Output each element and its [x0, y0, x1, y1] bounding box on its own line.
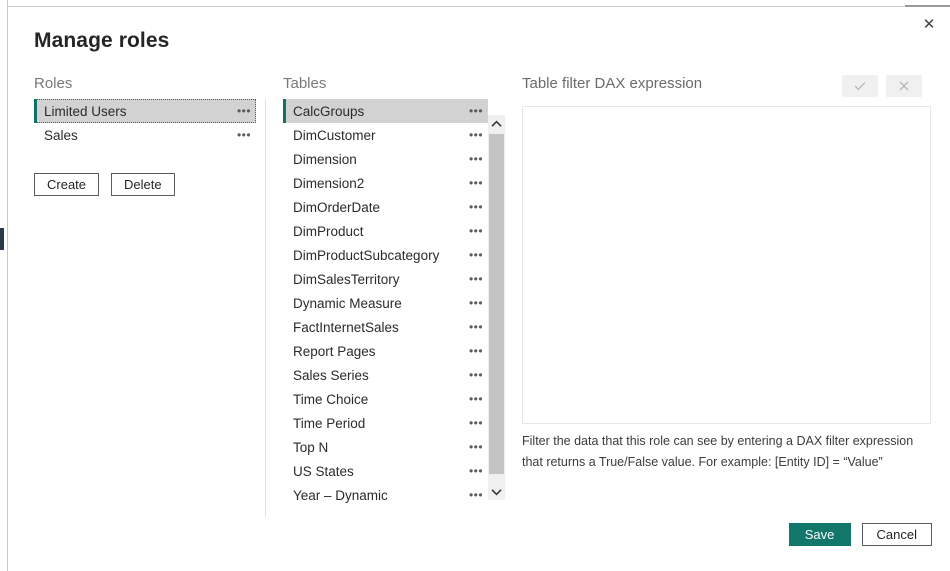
- table-list-item-label: Sales Series: [293, 367, 369, 383]
- more-options-icon[interactable]: •••: [468, 153, 484, 165]
- more-options-icon[interactable]: •••: [236, 105, 252, 117]
- table-list-item-label: CalcGroups: [293, 103, 365, 119]
- more-options-icon[interactable]: •••: [468, 321, 484, 333]
- role-list-item[interactable]: Sales •••: [34, 123, 256, 147]
- table-list-item-label: US States: [293, 463, 354, 479]
- table-list-item[interactable]: Sales Series •••: [283, 363, 488, 387]
- table-list-item[interactable]: US States •••: [283, 459, 488, 483]
- table-list-item[interactable]: DimOrderDate •••: [283, 195, 488, 219]
- accept-dax-button[interactable]: [842, 75, 878, 97]
- tables-section-heading: Tables: [283, 75, 327, 92]
- create-role-button[interactable]: Create: [34, 173, 100, 196]
- table-list-item-label: Top N: [293, 439, 329, 455]
- dax-section-heading: Table filter DAX expression: [522, 75, 703, 92]
- more-options-icon[interactable]: •••: [468, 177, 484, 189]
- table-list-item[interactable]: DimCustomer •••: [283, 123, 488, 147]
- table-list-item-label: FactInternetSales: [293, 319, 399, 335]
- check-icon: [854, 82, 866, 91]
- dax-action-buttons: [842, 75, 922, 97]
- table-list-item[interactable]: Dimension •••: [283, 147, 488, 171]
- background-app-left-edge: [0, 0, 8, 571]
- roles-section-heading: Roles: [34, 75, 73, 92]
- dialog-footer: Save Cancel: [9, 523, 950, 546]
- scrollbar-thumb[interactable]: [489, 134, 504, 474]
- role-list-item[interactable]: Limited Users •••: [34, 99, 256, 123]
- close-small-icon: [899, 81, 909, 91]
- table-list-item[interactable]: Time Period •••: [283, 411, 488, 435]
- scroll-up-icon[interactable]: [488, 115, 505, 132]
- more-options-icon[interactable]: •••: [468, 465, 484, 477]
- page-title: Manage roles: [34, 29, 170, 52]
- more-options-icon[interactable]: •••: [468, 441, 484, 453]
- more-options-icon[interactable]: •••: [468, 393, 484, 405]
- more-options-icon[interactable]: •••: [468, 225, 484, 237]
- table-list-item[interactable]: Top N •••: [283, 435, 488, 459]
- manage-roles-dialog: ✕ Manage roles Roles Tables Table filter…: [9, 7, 950, 571]
- more-options-icon[interactable]: •••: [236, 129, 252, 141]
- table-list-item[interactable]: DimProductSubcategory •••: [283, 243, 488, 267]
- delete-role-button[interactable]: Delete: [111, 173, 175, 196]
- column-divider: [265, 99, 266, 517]
- tables-list-scrollbar[interactable]: [488, 115, 505, 500]
- table-list-item[interactable]: Year – Dynamic •••: [283, 483, 488, 507]
- table-list-item[interactable]: CalcGroups •••: [283, 99, 488, 123]
- more-options-icon[interactable]: •••: [468, 273, 484, 285]
- table-list-item-label: DimSalesTerritory: [293, 271, 400, 287]
- table-list-item-label: DimProduct: [293, 223, 364, 239]
- table-list-item[interactable]: DimProduct •••: [283, 219, 488, 243]
- table-list-item[interactable]: Dynamic Measure •••: [283, 291, 488, 315]
- table-list-item[interactable]: FactInternetSales •••: [283, 315, 488, 339]
- more-options-icon[interactable]: •••: [468, 369, 484, 381]
- more-options-icon[interactable]: •••: [468, 129, 484, 141]
- table-list-item-label: DimProductSubcategory: [293, 247, 440, 263]
- role-list-item-label: Sales: [44, 127, 78, 143]
- table-list-item-label: DimOrderDate: [293, 199, 381, 215]
- dax-help-text: Filter the data that this role can see b…: [522, 434, 914, 469]
- table-list-item-label: Time Period: [293, 415, 366, 431]
- save-button[interactable]: Save: [788, 523, 851, 546]
- tables-list: CalcGroups ••• DimCustomer ••• Dimension ••• D…: [283, 99, 488, 509]
- table-list-item-label: Year – Dynamic: [293, 487, 388, 503]
- close-icon[interactable]: ✕: [912, 9, 946, 39]
- roles-list: Limited Users ••• Sales •••: [34, 99, 256, 147]
- more-options-icon[interactable]: •••: [468, 417, 484, 429]
- more-options-icon[interactable]: •••: [468, 297, 484, 309]
- role-list-item-label: Limited Users: [44, 103, 127, 119]
- table-list-item-label: Dynamic Measure: [293, 295, 402, 311]
- background-nav-indicator: [0, 228, 4, 250]
- table-list-item[interactable]: Dimension2 •••: [283, 171, 488, 195]
- more-options-icon[interactable]: •••: [468, 249, 484, 261]
- more-options-icon[interactable]: •••: [468, 489, 484, 501]
- dax-expression-input[interactable]: [522, 106, 931, 424]
- more-options-icon[interactable]: •••: [468, 201, 484, 213]
- table-list-item[interactable]: Report Pages •••: [283, 339, 488, 363]
- scroll-down-icon[interactable]: [488, 483, 505, 500]
- cancel-button[interactable]: Cancel: [861, 523, 932, 546]
- more-options-icon[interactable]: •••: [468, 345, 484, 357]
- table-list-item-label: Report Pages: [293, 343, 376, 359]
- table-list-item-label: DimCustomer: [293, 127, 376, 143]
- reject-dax-button[interactable]: [886, 75, 922, 97]
- table-list-item-label: Dimension: [293, 151, 357, 167]
- table-list-item-label: Time Choice: [293, 391, 369, 407]
- table-list-item[interactable]: Time Choice •••: [283, 387, 488, 411]
- roles-action-buttons: Create Delete: [34, 173, 175, 196]
- table-list-item-label: Dimension2: [293, 175, 365, 191]
- more-options-icon[interactable]: •••: [468, 105, 484, 117]
- table-list-item[interactable]: DimSalesTerritory •••: [283, 267, 488, 291]
